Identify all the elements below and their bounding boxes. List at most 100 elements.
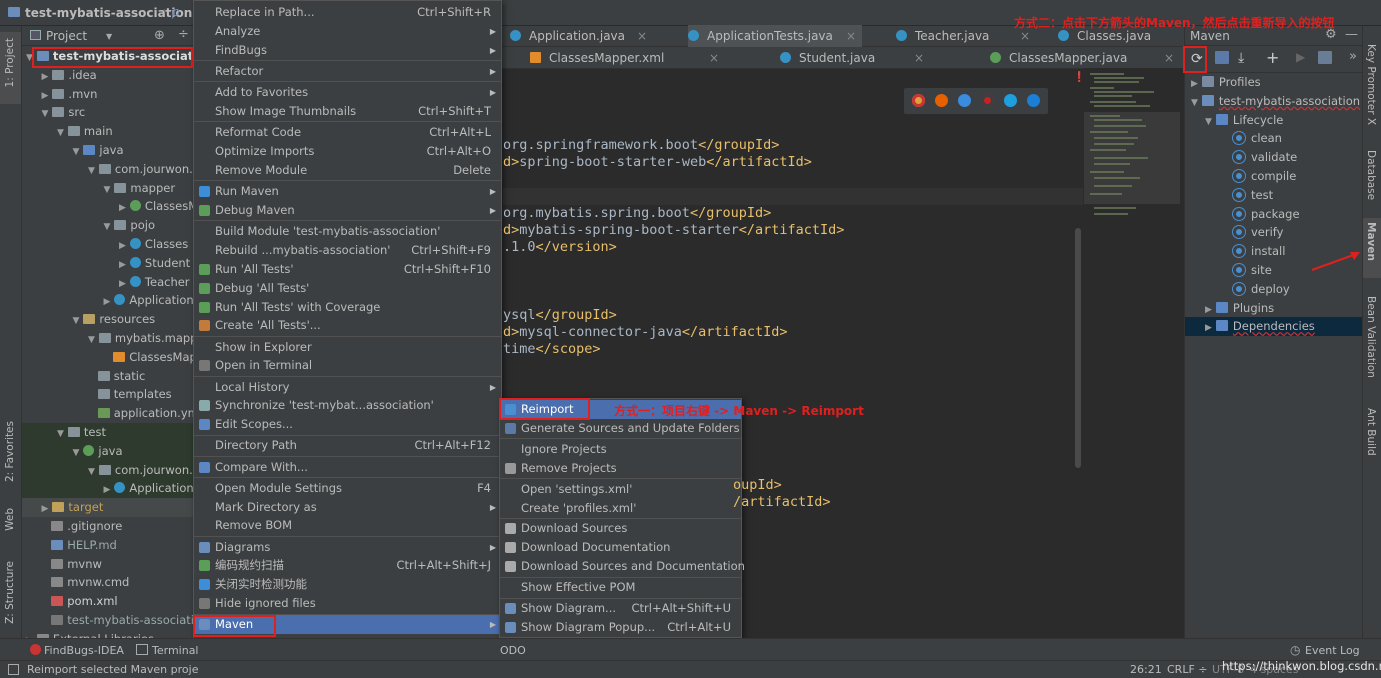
editor-tab[interactable]: Application.java × (510, 25, 653, 47)
ie-icon[interactable] (1004, 94, 1017, 107)
context-menu-item[interactable]: Show Image Thumbnails Ctrl+Shift+T (194, 102, 501, 121)
todo-tab[interactable]: ODO (500, 644, 526, 657)
expand-arrow-icon[interactable]: ▶ (42, 72, 49, 82)
expand-arrow-icon[interactable]: ▼ (57, 429, 64, 439)
close-icon[interactable]: × (846, 25, 856, 47)
expand-arrow-icon[interactable]: ▶ (42, 504, 49, 514)
maven-tree-item[interactable]: ▶ Dependencies (1185, 317, 1363, 337)
expand-arrow-icon[interactable] (42, 617, 48, 627)
expand-arrow-icon[interactable]: ▼ (73, 147, 80, 157)
tree-item[interactable]: static (88, 367, 145, 386)
code-line[interactable]: org.mybatis.spring.boot</groupId> (503, 205, 771, 222)
maven-tree-item[interactable]: ▼ Lifecycle (1205, 111, 1283, 130)
context-menu-item[interactable]: Optimize Imports Ctrl+Alt+O (194, 142, 501, 161)
maven-tree-item[interactable]: ▶ Profiles (1191, 73, 1261, 92)
expand-arrow-icon[interactable]: ▶ (119, 203, 126, 213)
expand-arrow-icon[interactable]: ▼ (88, 467, 95, 477)
expand-arrow-icon[interactable]: ▼ (88, 335, 95, 345)
context-menu-item[interactable]: FindBugs ▶ (194, 41, 501, 60)
close-icon[interactable]: × (914, 47, 924, 69)
maven-submenu-item[interactable]: Download Sources and Documentation (500, 557, 745, 576)
context-menu-item[interactable]: Rebuild ...mybatis-association' Ctrl+Shif… (194, 241, 501, 260)
expand-arrow-icon[interactable]: ▼ (88, 166, 95, 176)
maven-submenu-item[interactable]: Remove Projects (500, 459, 741, 478)
tree-item[interactable]: ▶ Teacher (119, 273, 190, 292)
maven-submenu-item[interactable]: Show Diagram Popup... Ctrl+Alt+U (500, 618, 741, 637)
context-menu-item[interactable]: Edit Scopes... (194, 415, 501, 434)
tree-item[interactable]: ▼ com.jourwon.m (22, 460, 194, 480)
code-line[interactable]: org.springframework.boot</groupId> (503, 137, 779, 154)
tree-item[interactable]: application.ym (88, 404, 194, 423)
safari-icon[interactable] (958, 94, 971, 107)
expand-arrow-icon[interactable]: ▼ (104, 222, 111, 232)
context-menu-item[interactable]: Run Maven ▶ (194, 182, 501, 201)
tree-item[interactable]: ▼ src (42, 103, 86, 122)
context-menu-item[interactable]: Run 'All Tests' Ctrl+Shift+F10 (194, 260, 501, 279)
bean-validation-tab[interactable]: Bean Validation (1365, 296, 1377, 378)
context-menu-item[interactable]: Directory Path Ctrl+Alt+F12 (194, 436, 501, 455)
close-icon[interactable]: × (1020, 25, 1030, 47)
tree-item[interactable]: templates (88, 385, 172, 404)
maven-submenu-item[interactable]: Show Effective POM (500, 578, 741, 597)
hide-icon[interactable]: — (1345, 27, 1358, 42)
expand-arrow-icon[interactable]: ▼ (57, 128, 64, 138)
code-line[interactable]: oupId> (733, 477, 782, 494)
expand-arrow-icon[interactable] (42, 579, 48, 589)
favorites-tool-tab[interactable]: 2: Favorites (4, 421, 16, 482)
maven-goal-item[interactable]: compile (1233, 167, 1296, 186)
context-menu-item[interactable]: Open Module Settings F4 (194, 479, 501, 498)
context-menu-item[interactable]: Open in Terminal (194, 356, 501, 375)
database-tab[interactable]: Database (1365, 150, 1377, 200)
context-menu-item[interactable]: Debug 'All Tests' (194, 279, 501, 298)
tree-item[interactable]: ClassesMap (104, 348, 194, 367)
edge-icon[interactable] (1027, 94, 1040, 107)
context-menu-item[interactable]: Hide ignored files (194, 594, 501, 613)
expand-arrow-icon[interactable]: ▼ (42, 109, 49, 119)
maven-goal-item[interactable]: validate (1233, 148, 1297, 167)
tree-item[interactable]: ▶ Application (104, 291, 194, 310)
maven-submenu-item[interactable]: Download Documentation (500, 538, 741, 557)
context-menu-item[interactable]: Mark Directory as ▶ (194, 498, 501, 517)
tree-item[interactable]: mvnw (42, 555, 102, 574)
expand-arrow-icon[interactable] (88, 410, 94, 420)
expand-arrow-icon[interactable]: ▶ (42, 91, 49, 101)
context-menu-item[interactable]: Debug Maven ▶ (194, 201, 501, 220)
maven-submenu-item[interactable]: Ignore Projects (500, 440, 741, 459)
expand-arrow-icon[interactable]: ▶ (104, 297, 111, 307)
collapse-icon[interactable]: ÷ (178, 27, 189, 42)
code-line[interactable]: time</scope> (503, 341, 601, 358)
tree-item[interactable]: ▶ target (22, 498, 194, 518)
editor-tab[interactable]: Teacher.java × (896, 25, 1036, 47)
expand-arrow-icon[interactable] (88, 391, 94, 401)
locate-icon[interactable]: ⊕ (154, 28, 165, 43)
firefox-icon[interactable] (935, 94, 948, 107)
tree-item[interactable]: ▶ ClassesM (119, 197, 194, 216)
expand-arrow-icon[interactable] (88, 373, 94, 383)
findbugs-tab[interactable]: FindBugs-IDEA (44, 644, 124, 657)
maven-goal-item[interactable]: clean (1233, 129, 1282, 148)
maven-submenu-item[interactable]: Generate Sources and Update Folders (500, 419, 741, 438)
editor-tab[interactable]: ApplicationTests.java × (688, 25, 862, 47)
download-icon[interactable]: ⤓ (1238, 50, 1244, 66)
tree-item[interactable]: test-mybatis-associatio (42, 611, 194, 630)
project-view-selector[interactable]: Project (46, 29, 87, 43)
maven-goal-item[interactable]: deploy (1233, 280, 1290, 299)
context-menu-item[interactable]: Synchronize 'test-mybat...association' (194, 396, 501, 415)
chevron-down-icon[interactable]: ▼ (106, 32, 112, 41)
add-icon[interactable]: + (1266, 48, 1279, 67)
breadcrumb-project[interactable]: test-mybatis-association (25, 6, 192, 20)
tree-item[interactable]: ▶ Classes (119, 235, 188, 254)
expand-arrow-icon[interactable]: ▼ (1205, 117, 1212, 127)
tree-item[interactable]: .gitignore (42, 517, 122, 536)
expand-arrow-icon[interactable] (104, 354, 110, 364)
structure-tool-tab[interactable]: Z: Structure (4, 561, 16, 624)
chrome-icon[interactable] (912, 94, 925, 107)
expand-arrow-icon[interactable]: ▼ (73, 316, 80, 326)
maven-submenu-item[interactable]: Open 'settings.xml' (500, 480, 741, 499)
expand-arrow-icon[interactable] (42, 523, 48, 533)
code-line[interactable]: ysql</groupId> (503, 307, 617, 324)
tree-item[interactable]: ▶ Application (22, 479, 194, 499)
code-line[interactable]: d>spring-boot-starter-web</artifactId> (503, 154, 812, 171)
caret-position[interactable]: 26:21 (1130, 663, 1162, 676)
maven-submenu-item[interactable]: Show Diagram... Ctrl+Alt+Shift+U (500, 599, 741, 618)
